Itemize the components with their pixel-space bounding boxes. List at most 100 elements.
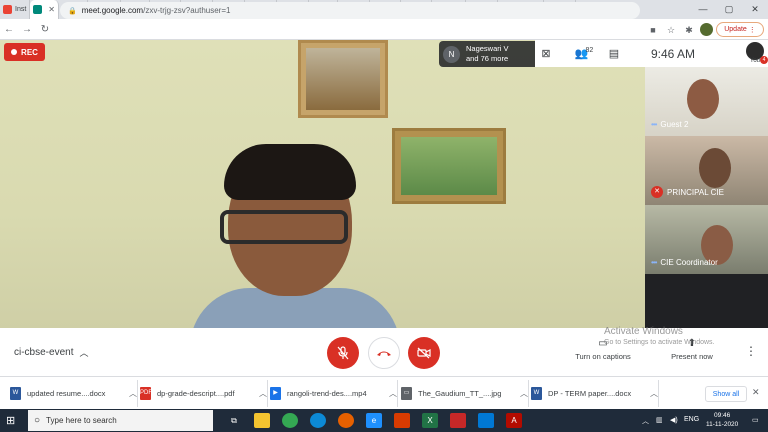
presenter-chip: N Nageswari V and 76 more [439, 41, 535, 67]
chrome-icon[interactable] [282, 413, 298, 428]
forward-icon[interactable]: → [18, 24, 36, 35]
file-type-icon: PDF [140, 387, 152, 400]
chat-icon[interactable]: ▤ [603, 47, 625, 60]
record-dot-icon [11, 49, 18, 55]
more-options-icon[interactable]: ⋮ [745, 344, 757, 358]
close-downloads-icon[interactable]: ✕ [752, 387, 760, 398]
media-app-icon[interactable] [450, 413, 466, 428]
reload-icon[interactable]: ↻ [36, 24, 54, 35]
file-type-icon: W [10, 387, 21, 400]
participant-name: CIE Coordinator [660, 258, 718, 267]
excel-icon[interactable]: X [422, 413, 438, 428]
tab-label: Inst [15, 6, 27, 13]
file-type-icon: ▭ [401, 387, 412, 400]
download-item[interactable]: PDF dp-grade-descript....pdf ︿ [134, 380, 268, 407]
download-filename: dp-grade-descript....pdf [157, 389, 235, 398]
mic-off-icon [337, 346, 349, 360]
meeting-clock: 9:46 AM [651, 46, 696, 61]
address-bar[interactable]: 🔒 meet.google.com/zxv-trjg-zsv?authuser=… [60, 2, 640, 19]
participant-tiles: ••• Guest 2 ✕ PRINCIPAL CIE ••• CIE Coordin… [645, 67, 768, 328]
minimize-icon[interactable]: — [690, 0, 716, 19]
windows-start-icon[interactable]: ⊞ [6, 414, 15, 427]
recording-badge: REC [4, 43, 45, 61]
language-indicator[interactable]: ENG [684, 416, 699, 423]
network-icon[interactable]: ▥ [656, 416, 663, 424]
taskbar-search-box[interactable]: ○ Type here to search [28, 410, 213, 431]
camera-off-icon [417, 347, 431, 359]
participant-count: 82 [585, 47, 594, 54]
participant-tile[interactable]: ✕ PRINCIPAL CIE [645, 136, 768, 205]
windows-activation-watermark: Activate Windows Go to Settings to activ… [604, 326, 715, 346]
download-options-icon[interactable]: ︿ [650, 388, 658, 399]
speaker-person [190, 144, 410, 328]
audio-level-icon: ••• [651, 258, 657, 267]
internet-explorer-icon[interactable]: e [366, 413, 382, 428]
mail-icon[interactable] [478, 413, 494, 428]
captions-label: Turn on captions [575, 352, 631, 361]
participant-tile[interactable]: ••• CIE Coordinator [645, 205, 768, 274]
meeting-top-bar: ⊠ 👥82 ▤ 9:46 AM You 4 [535, 40, 768, 67]
url-text: meet.google.com/zxv-trjg-zsv?authuser=1 [81, 6, 231, 15]
close-window-icon[interactable]: ✕ [742, 0, 768, 19]
download-item[interactable]: W DP - TERM paper....docx ︿ [525, 380, 659, 407]
mic-toggle-button[interactable] [327, 337, 359, 369]
search-icon: ○ [34, 415, 41, 426]
camera-toggle-button[interactable] [408, 337, 440, 369]
participant-name: PRINCIPAL CIE [667, 187, 724, 197]
present-label: Present now [671, 352, 713, 361]
windows-taskbar: ⊞ ○ Type here to search ⧉ e X A ︿ ▥ ◀) E… [0, 409, 768, 432]
camera-in-use-icon[interactable]: ■ [646, 23, 660, 37]
notifications-icon[interactable]: ▭ [752, 416, 759, 424]
meeting-details[interactable]: ci-cbse-event ︿ [14, 346, 88, 359]
firefox-icon[interactable] [338, 413, 354, 428]
presenter-avatar: N [443, 45, 460, 63]
lock-icon: 🔒 [68, 7, 77, 15]
extensions-icon[interactable]: ✱ [682, 23, 696, 37]
download-item[interactable]: ▶ rangoli-trend-des....mp4 ︿ [264, 380, 398, 407]
download-item[interactable]: ▭ The_Gaudium_TT_....jpg ︿ [395, 380, 529, 407]
close-tab-icon[interactable]: ✕ [48, 5, 55, 14]
bookmark-star-icon[interactable]: ☆ [664, 23, 678, 37]
profile-avatar[interactable] [700, 23, 713, 36]
volume-icon[interactable]: ◀) [670, 416, 678, 424]
presenter-name: Nageswari V [466, 44, 509, 53]
back-icon[interactable]: ← [0, 24, 18, 35]
you-label: You [749, 58, 760, 64]
browser-tab[interactable]: Inst [0, 0, 31, 19]
powerpoint-icon[interactable] [394, 413, 410, 428]
taskbar-clock[interactable]: 09:46 11-11-2020 [706, 411, 738, 429]
maximize-icon[interactable]: ▢ [716, 0, 742, 19]
wall-painting-horse [298, 40, 388, 118]
people-icon[interactable]: 👥82 [573, 47, 595, 60]
update-button[interactable]: Update ⋮ [716, 22, 764, 37]
file-explorer-icon[interactable] [254, 413, 270, 428]
audio-level-icon: ••• [651, 120, 657, 129]
watermark-title: Activate Windows [604, 326, 683, 337]
leave-call-button[interactable] [368, 337, 400, 369]
acrobat-icon[interactable]: A [506, 413, 522, 428]
download-item[interactable]: Wupdated resume....docx ︿ [4, 380, 138, 407]
tray-chevron-icon[interactable]: ︿ [642, 416, 649, 426]
file-type-icon: W [531, 387, 542, 400]
show-all-downloads-button[interactable]: Show all [705, 386, 747, 402]
task-view-icon[interactable]: ⧉ [226, 413, 242, 428]
edge-icon[interactable] [310, 413, 326, 428]
download-filename: DP - TERM paper....docx [548, 389, 632, 398]
chevron-up-icon: ︿ [79, 348, 89, 358]
notification-badge: 4 [760, 56, 768, 64]
gmail-icon [3, 5, 12, 14]
meeting-name: ci-cbse-event [14, 347, 74, 358]
file-type-icon: ▶ [270, 387, 281, 400]
download-filename: The_Gaudium_TT_....jpg [418, 389, 502, 398]
watermark-subtitle: Go to Settings to activate Windows. [604, 339, 715, 346]
hang-up-icon [377, 351, 391, 356]
participant-name: Guest 2 [660, 120, 689, 129]
download-filename: rangoli-trend-des....mp4 [287, 389, 367, 398]
download-filename: updated resume....docx [27, 389, 106, 398]
search-placeholder: Type here to search [46, 416, 117, 425]
browser-tab[interactable]: ✕ [30, 0, 59, 19]
participant-tile[interactable]: ••• Guest 2 [645, 67, 768, 136]
muted-mic-icon: ✕ [651, 186, 663, 198]
clock-time: 09:46 [714, 412, 731, 419]
layout-grid-icon[interactable]: ⊠ [535, 47, 557, 60]
